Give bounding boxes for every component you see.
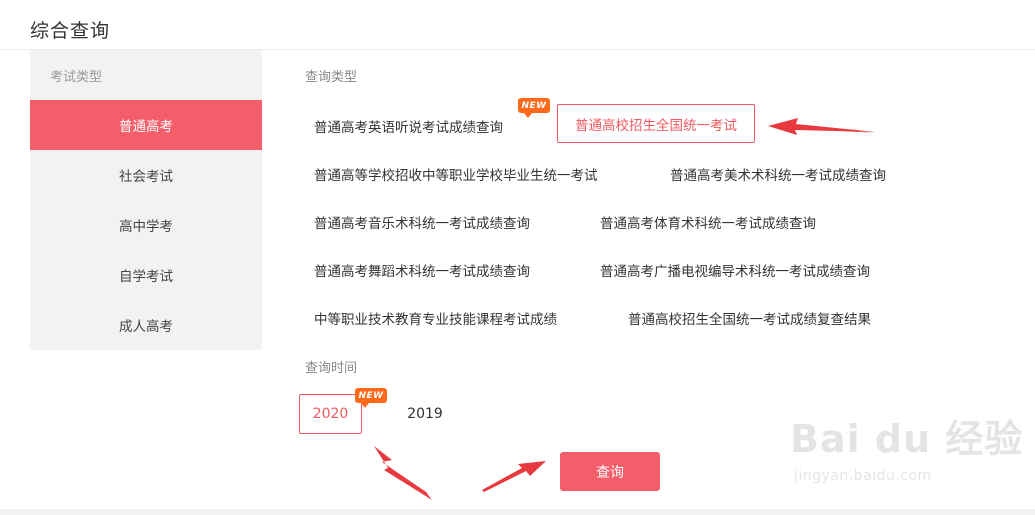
query-option-national-exam[interactable]: 普通高校招生全国统一考试 [557,104,755,143]
query-option-art-exam[interactable]: 普通高考美术术科统一考试成绩查询 [670,164,886,184]
sidebar-item-putong-gaokao[interactable]: 普通高考 [30,100,262,150]
year-option-2020[interactable]: 2020 [299,394,362,434]
new-badge: NEW [518,98,550,118]
query-option-score-review[interactable]: 普通高校招生全国统一考试成绩复查结果 [628,308,871,328]
year-option-2019[interactable]: 2019 [400,394,450,434]
sidebar-item-shehui-kaoshi[interactable]: 社会考试 [30,150,262,200]
exam-type-sidebar: 考试类型 普通高考 社会考试 高中学考 自学考试 成人高考 [30,50,262,350]
watermark-url: jingyan.baidu.com [794,468,932,484]
query-option-vocational-admission[interactable]: 普通高等学校招收中等职业学校毕业生统一考试 [314,164,598,184]
query-type-label: 查询类型 [305,70,358,85]
arrow-to-submit [482,461,546,492]
query-option-music-exam[interactable]: 普通高考音乐术科统一考试成绩查询 [314,212,530,232]
query-option-dance-exam[interactable]: 普通高考舞蹈术科统一考试成绩查询 [314,260,530,280]
query-option-english-listening[interactable]: 普通高考英语听说考试成绩查询 [314,116,503,136]
baidu-watermark: Bai du 经验 jingyan.baidu.com [790,398,1030,498]
submit-query-button[interactable]: 查询 [560,452,660,491]
query-option-vocational-skills[interactable]: 中等职业技术教育专业技能课程考试成绩 [314,308,557,328]
arrow-to-national-exam [768,118,876,135]
sidebar-item-gaozhong-xuekao[interactable]: 高中学考 [30,200,262,250]
watermark-logo: Bai du 经验 [790,417,1024,461]
bottom-divider [0,509,1035,515]
query-option-broadcast-exam[interactable]: 普通高考广播电视编导术科统一考试成绩查询 [600,260,870,280]
new-badge: NEW [355,388,387,408]
arrow-to-year-2020 [374,446,432,500]
query-option-sports-exam[interactable]: 普通高考体育术科统一考试成绩查询 [600,212,816,232]
page-title: 综合查询 [30,20,111,42]
sidebar-heading: 考试类型 [50,70,103,85]
sidebar-item-chengren-gaokao[interactable]: 成人高考 [30,300,262,350]
sidebar-item-zixue-kaoshi[interactable]: 自学考试 [30,250,262,300]
query-time-label: 查询时间 [305,361,358,376]
